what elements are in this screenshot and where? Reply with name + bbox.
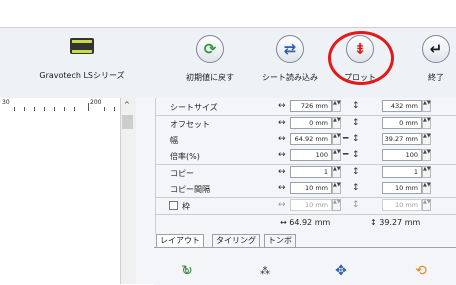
height-arrow-icon: ↕ (352, 200, 360, 210)
width-field[interactable]: 726 mm (290, 100, 332, 112)
height-arrow-icon: ↕ (352, 118, 360, 128)
width-arrow-icon: ↔ (278, 200, 286, 210)
height-spinner[interactable]: ▲▼ (422, 117, 431, 129)
height-arrow-icon: ↕ (352, 183, 360, 193)
reset-button[interactable]: ⟳ 初期値に戻す (180, 35, 240, 83)
height-spinner[interactable]: ▲▼ (422, 149, 431, 161)
width-spinner[interactable]: ▲▼ (332, 100, 341, 112)
height-field[interactable]: 10 mm (382, 182, 422, 194)
row-label: コピー間隔 (170, 185, 210, 194)
width-arrow-icon: ↔ (278, 134, 286, 144)
machine-label: Gravotech LSシリーズ (39, 71, 125, 80)
exit-label: 終了 (428, 73, 444, 82)
height-field[interactable]: 10 mm (382, 199, 422, 211)
height-spinner[interactable]: ▲▼ (422, 100, 431, 112)
height-spinner[interactable]: ▲▼ (422, 166, 431, 178)
settings-row: シートサイズ ↔ 726 mm ▲▼ ↕ 432 mm ▲▼ (162, 99, 456, 115)
height-arrow-icon: ↕ (352, 134, 360, 144)
tab-layout[interactable]: レイアウト (156, 234, 204, 247)
rotate-value: 0 (185, 267, 189, 275)
link-icon[interactable]: ━ (343, 134, 348, 144)
ruler: 30 200 (0, 98, 120, 112)
exit-button[interactable]: ↵ 終了 (418, 35, 454, 83)
ruler-mark-30: 30 (2, 99, 10, 106)
height-spinner[interactable]: ▲▼ (422, 133, 431, 145)
width-spinner[interactable]: ▲▼ (332, 199, 341, 211)
return-icon: ↵ (422, 35, 450, 63)
arrange-icon[interactable]: ⁂ (254, 260, 276, 282)
height-field[interactable]: 432 mm (382, 100, 422, 112)
width-arrow-icon: ↔ (278, 183, 286, 193)
reset-label: 初期値に戻す (186, 73, 234, 82)
frame-checkbox[interactable] (169, 201, 178, 210)
scroll-thumb[interactable] (122, 115, 133, 129)
tab-tiling[interactable]: タイリング (212, 234, 260, 247)
tab-trim-marks[interactable]: トンボ (264, 234, 296, 247)
height-arrow-icon: ↕ (352, 167, 360, 177)
height-field[interactable]: 1 (382, 166, 422, 178)
row-label: シートサイズ (170, 103, 218, 112)
machine-button[interactable]: Gravotech LSシリーズ (32, 34, 132, 81)
width-spinner[interactable]: ▲▼ (332, 133, 341, 145)
height-field[interactable]: 100 (382, 149, 422, 161)
load-sheet-label: シート読み込み (262, 73, 318, 82)
width-arrow-icon: ↔ (278, 167, 286, 177)
row-label: コピー (170, 169, 194, 178)
summary-height: ↕ 39.27 mm (370, 218, 421, 227)
center-icon[interactable]: ✥ (330, 260, 352, 282)
height-field[interactable]: 0 mm (382, 117, 422, 129)
width-spinner[interactable]: ▲▼ (332, 182, 341, 194)
width-arrow-icon: ↔ (278, 118, 286, 128)
width-spinner[interactable]: ▲▼ (332, 149, 341, 161)
refresh-orange-icon[interactable]: ⟲ (410, 260, 432, 282)
width-field[interactable]: 64.92 mm (290, 133, 332, 145)
layout-tools: ↻ 0 ⁂ ✥ ⟲ (154, 247, 456, 285)
settings-row: 枠 ↔ 10 mm ▲▼ ↕ 10 mm ▲▼ (162, 198, 456, 214)
rotate-button[interactable]: ↻ 0 (176, 260, 198, 282)
settings-row: オフセット ↔ 0 mm ▲▼ ↕ 0 mm ▲▼ (162, 116, 456, 132)
settings-row: 倍率(%) ↔ 100 ▲▼ ━ ↕ 100 ▲▼ (162, 148, 456, 164)
width-spinner[interactable]: ▲▼ (332, 166, 341, 178)
height-spinner[interactable]: ▲▼ (422, 199, 431, 211)
row-label: オフセット (170, 120, 210, 129)
refresh-icon: ⟳ (196, 35, 224, 63)
printer-icon (68, 34, 96, 60)
width-field[interactable]: 1 (290, 166, 332, 178)
settings-row: 幅 ↔ 64.92 mm ▲▼ ━ ↕ 39.27 mm ▲▼ (162, 132, 456, 148)
title-bar (0, 0, 456, 28)
highlight-circle (328, 31, 394, 85)
row-label: 枠 (182, 202, 190, 211)
load-sheet-button[interactable]: ⇄ シート読み込み (255, 35, 325, 83)
canvas-area[interactable] (0, 111, 120, 284)
row-label: 倍率(%) (170, 152, 200, 161)
height-arrow-icon: ↕ (352, 101, 360, 111)
link-icon[interactable]: ━ (343, 150, 348, 160)
row-label: 幅 (170, 136, 178, 145)
tab-bar: レイアウト タイリング トンボ (154, 234, 456, 247)
summary-width: ↔ 64.92 mm (280, 218, 331, 227)
height-spinner[interactable]: ▲▼ (422, 182, 431, 194)
ruler-mark-200: 200 (90, 99, 102, 106)
swap-icon: ⇄ (276, 35, 304, 63)
width-arrow-icon: ↔ (278, 101, 286, 111)
width-arrow-icon: ↔ (278, 150, 286, 160)
height-arrow-icon: ↕ (352, 150, 360, 160)
scroll-up-icon[interactable]: ^ (124, 101, 130, 109)
width-field[interactable]: 10 mm (290, 182, 332, 194)
width-field[interactable]: 10 mm (290, 199, 332, 211)
height-field[interactable]: 39.27 mm (382, 133, 422, 145)
width-field[interactable]: 0 mm (290, 117, 332, 129)
width-spinner[interactable]: ▲▼ (332, 117, 341, 129)
settings-row: コピー ↔ 1 ▲▼ ↕ 1 ▲▼ (162, 165, 456, 181)
settings-row: コピー間隔 ↔ 10 mm ▲▼ ↕ 10 mm ▲▼ (162, 181, 456, 197)
width-field[interactable]: 100 (290, 149, 332, 161)
